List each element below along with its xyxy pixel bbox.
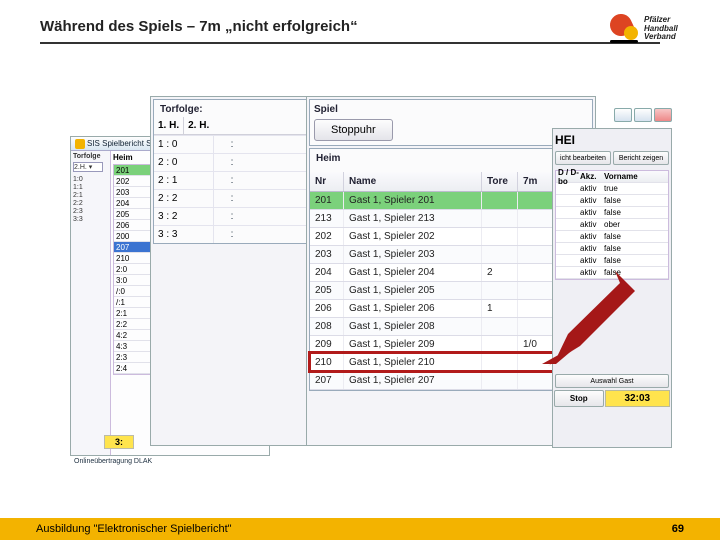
edit-report-button[interactable]: icht bearbeiten [555, 151, 611, 165]
screenshot-stage: SIS Spielbericht Spiel z Torfolge 2.H. ▾… [40, 96, 672, 496]
heading-heim-large: HEI [553, 129, 671, 151]
torfolge-mini-panel: Torfolge 2.H. ▾ 1:01:12:12:22:33:3 [71, 151, 111, 455]
mini-score: 1:1 [73, 184, 108, 191]
minimize-button[interactable] [614, 108, 632, 122]
page-number: 69 [672, 523, 684, 535]
player-row[interactable]: 213Gast 1, Spieler 213 [310, 210, 592, 228]
game-clock: 32:03 [605, 390, 670, 407]
player-table-header: Nr Name Tore 7m Verw [310, 172, 592, 192]
right-row[interactable]: aktivober [556, 219, 668, 231]
torfolge-row: 3 : 3: [154, 225, 306, 243]
auswahl-gast-button[interactable]: Auswahl Gast [555, 374, 669, 388]
player-row[interactable]: 207Gast 1, Spieler 207 [310, 372, 592, 390]
player-table-body: 201Gast 1, Spieler 201213Gast 1, Spieler… [310, 192, 592, 390]
right-row[interactable]: aktivfalse [556, 207, 668, 219]
show-report-button[interactable]: Bericht zeigen [613, 151, 669, 165]
heim-group: Heim Nr Name Tore 7m Verw 201Gast 1, Spi… [309, 148, 593, 391]
mini-score: 1:0 [73, 176, 108, 183]
right-row[interactable]: aktivfalse [556, 231, 668, 243]
brand-logo-icon [606, 12, 642, 46]
right-row[interactable]: aktivfalse [556, 243, 668, 255]
close-button[interactable] [654, 108, 672, 122]
th-name: Name [344, 172, 482, 191]
mini-score: 2:1 [73, 192, 108, 199]
th-d: D / D-bo [556, 168, 580, 186]
player-row[interactable]: 201Gast 1, Spieler 201 [310, 192, 592, 210]
torfolge-row: 2 : 1: [154, 171, 306, 189]
window-right-panel: HEI icht bearbeiten Bericht zeigen D / D… [552, 128, 672, 448]
stoppuhr-button[interactable]: Stoppuhr [314, 119, 393, 141]
th-vorname: Vorname [604, 172, 668, 181]
right-row[interactable]: aktivfalse [556, 255, 668, 267]
brand-logo: PfälzerHandballVerband [606, 8, 706, 50]
th-akz: Akz. [580, 172, 604, 181]
right-mini-table: D / D-bo Akz. Vorname aktivtrueaktivfals… [555, 170, 669, 280]
statusbar-mini: Onlineübertragung DLAK [74, 458, 152, 506]
window-controls [532, 106, 672, 124]
torfolge-row: 2 : 2: [154, 189, 306, 207]
torfolge-label: Torfolge [73, 153, 108, 160]
mini-score: 3:3 [73, 216, 108, 223]
th-nr: Nr [310, 172, 344, 191]
th-tore: Tore [482, 172, 518, 191]
slide-footer: Ausbildung "Elektronischer Spielbericht"… [0, 518, 720, 540]
torfolge-row: 1 : 0: [154, 135, 306, 153]
half-select[interactable]: 2.H. ▾ [73, 162, 103, 172]
footer-text: Ausbildung "Elektronischer Spielbericht" [36, 523, 232, 535]
score-yellow-box: 3: [104, 435, 134, 449]
heim-group-title: Heim [310, 149, 592, 168]
player-row[interactable]: 208Gast 1, Spieler 208 [310, 318, 592, 336]
torfolge-row: 3 : 2: [154, 207, 306, 225]
mini-score: 2:3 [73, 208, 108, 215]
mini-score: 2:2 [73, 200, 108, 207]
player-row[interactable]: 204Gast 1, Spieler 2042 [310, 264, 592, 282]
slide-title: Während des Spiels – 7m „nicht erfolgrei… [40, 18, 358, 35]
player-row[interactable]: 202Gast 1, Spieler 202 [310, 228, 592, 246]
right-row[interactable]: aktivfalse [556, 195, 668, 207]
player-row[interactable]: 203Gast 1, Spieler 203 [310, 246, 592, 264]
player-row[interactable]: 205Gast 1, Spieler 205 [310, 282, 592, 300]
brand-logo-text: PfälzerHandballVerband [644, 16, 678, 41]
app-icon [75, 139, 85, 149]
torfolge-group-title: Torfolge: [154, 100, 306, 117]
th-7m: 7m [518, 172, 554, 191]
right-row[interactable]: aktivfalse [556, 267, 668, 279]
stop-button[interactable]: Stop [554, 390, 604, 407]
title-underline [40, 42, 660, 44]
torfolge-row: 2 : 0: [154, 153, 306, 171]
player-row[interactable]: 206Gast 1, Spieler 2061 [310, 300, 592, 318]
maximize-button[interactable] [634, 108, 652, 122]
window-torfolge: Torfolge: 1. H. 2. H. 1 : 0:2 : 0:2 : 1:… [150, 96, 310, 446]
col-second-half: 2. H. [184, 117, 213, 134]
col-first-half: 1. H. [154, 117, 184, 134]
